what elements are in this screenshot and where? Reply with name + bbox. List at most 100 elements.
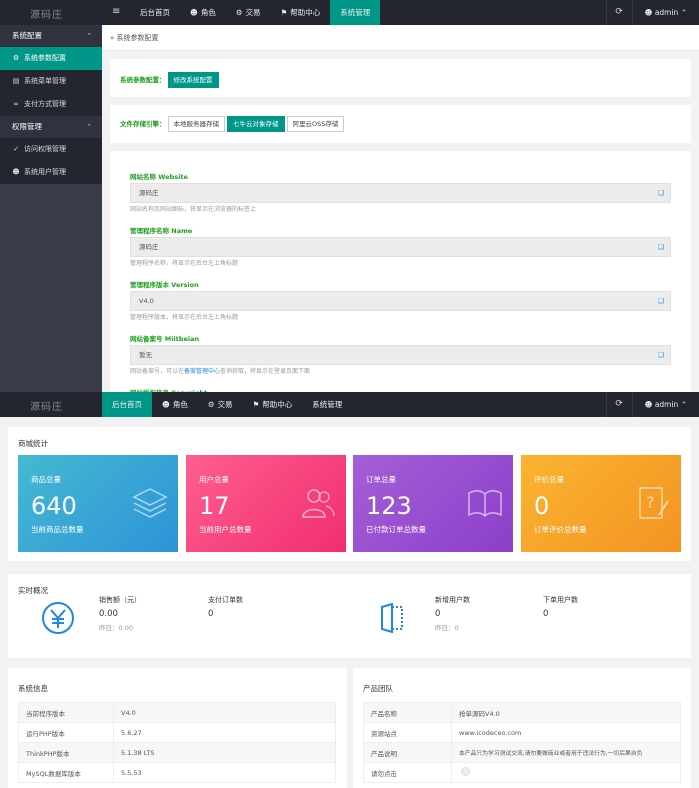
topbar-right-2: ⟳ ☻ admin ⌃ (605, 392, 699, 417)
param-config-card: 系统参数配置： 修改系统配置 (110, 59, 691, 97)
sidebar-group-permission[interactable]: 权限管理 ⌃ (0, 116, 102, 138)
chevron-up-icon: ⌃ (680, 400, 687, 409)
stat-card-orders[interactable]: 订单总量 123 已付款订单总数量 (353, 455, 513, 552)
realtime-panel: 实时概况 销售额（元） 0.00 昨日：0.00 支付订单数 0 新增用户数 0… (8, 574, 691, 658)
system-info-panel: 系统信息 当前程序版本 V4.0 运行PHP版本 5.6.27 ThinkPHP版本… (8, 668, 347, 788)
nav-role-2[interactable]: ☻ 角色 (152, 392, 198, 417)
link-icon: ∞ (13, 100, 19, 108)
table-row: 产品说明 本产品只为学习测试交流,请勿要做商业或者用于违法行为,一切后果自负 (363, 742, 681, 763)
user-icon: ☻ (190, 8, 198, 17)
gauge-icon: ⚙ (235, 8, 243, 17)
nav-system[interactable]: 系统管理 (330, 0, 381, 25)
site-fields-card: 网站名称 Website 源码庄 ❏ 网站名称及网站图标，将显示在浏览器的标签上 … (110, 151, 691, 392)
refresh-icon[interactable]: ⟳ (605, 392, 632, 417)
sidebar-item-users[interactable]: ☻ 系统用户管理 (0, 161, 102, 184)
nav-home-2[interactable]: 后台首页 (102, 392, 152, 417)
sidebar-item-system-params[interactable]: ⚙ 系统参数配置 (0, 47, 102, 70)
person-icon: ☻ (644, 8, 653, 17)
sidebar-item-access[interactable]: ✓ 访问权限管理 (0, 138, 102, 161)
flag-icon: ⚑ (280, 8, 288, 17)
table-row: MySQL数据库版本 5.5.53 (18, 762, 336, 783)
storage-engine-card: 文件存储引擎： 本地服务器存储 七牛云对象存储 阿里云OSS存储 (110, 105, 691, 143)
logo: 源码庄 (30, 402, 63, 413)
double-chevron-icon: » (110, 34, 115, 42)
storage-aliyun-button[interactable]: 阿里云OSS存储 (286, 116, 345, 132)
site-link[interactable]: www.icodeceo.com (451, 722, 681, 743)
miitbeian-input[interactable]: 暂无 ❏ (130, 345, 671, 365)
chevron-up-icon: ⌃ (86, 123, 92, 131)
copy-icon[interactable]: ❏ (658, 346, 664, 364)
breadcrumb: » 系统参数配置 (102, 25, 699, 51)
stat-card-users[interactable]: 用户总量 17 当前用户总数量 (186, 455, 346, 552)
copy-icon[interactable]: ❏ (658, 184, 664, 202)
version-input[interactable]: V4.0 ❏ (130, 291, 671, 311)
chevron-up-icon: ⌃ (86, 32, 92, 40)
copy-icon[interactable]: ❏ (658, 238, 664, 256)
hidden-button-icon[interactable] (461, 767, 470, 776)
yen-icon (42, 602, 74, 634)
top-navbar: 源码庄 ≡ 后台首页 ☻ 角色 ⚙ 交易 ⚑ 帮助中心 系统管理 ⟳ ☻ admin … (0, 0, 699, 25)
gear-icon: ⚙ (12, 54, 20, 62)
dashboard-screen: 源码庄 后台首页 ☻ 角色 ⚙ 交易 ⚑ 帮助中心 系统管理 ⟳ ☻ admin ⌃ … (0, 392, 699, 788)
flag-icon: ⚑ (252, 400, 260, 409)
window-icon: ▤ (12, 77, 20, 85)
refresh-icon[interactable]: ⟳ (605, 0, 632, 25)
nav-trade[interactable]: ⚙ 交易 (226, 0, 271, 25)
svg-text:?: ? (646, 493, 655, 512)
door-icon (381, 603, 403, 633)
table-row: ThinkPHP版本 5.1.38 LTS (18, 742, 336, 763)
sidebar-group-system-config[interactable]: 系统配置 ⌃ (0, 25, 102, 47)
table-row: 当前程序版本 V4.0 (18, 702, 336, 723)
nav-help-2[interactable]: ⚑ 帮助中心 (243, 392, 303, 417)
field-copyright: 网站版权信息 Copyright (110, 379, 691, 392)
storage-local-button[interactable]: 本地服务器存储 (167, 116, 225, 132)
edit-config-button[interactable]: 修改系统配置 (167, 72, 219, 88)
realtime-order-users: 下单用户数 0 (543, 596, 578, 619)
beian-center-link[interactable]: 备案管理中心 (184, 368, 220, 375)
top-navbar-2: 源码庄 后台首页 ☻ 角色 ⚙ 交易 ⚑ 帮助中心 系统管理 ⟳ ☻ admin ⌃ (0, 392, 699, 417)
question-doc-icon: ? (639, 487, 669, 519)
field-name: 管理程序名称 Name 源码庄 ❏ 管理程序名称，将显示在后台左上角标题 (110, 217, 691, 271)
product-team-table: 产品名称 抢单源码V4.0 资源站点 www.icodeceo.com 产品说明 本产… (363, 702, 681, 783)
sidebar-item-payment[interactable]: ∞ 支付方式管理 (0, 93, 102, 116)
name-input[interactable]: 源码庄 ❏ (130, 237, 671, 257)
nav-home[interactable]: 后台首页 (130, 0, 180, 25)
realtime-new-users: 新增用户数 0 昨日：0 (435, 596, 470, 632)
storage-qiniu-button[interactable]: 七牛云对象存储 (227, 116, 285, 132)
nav-help[interactable]: ⚑ 帮助中心 (271, 0, 331, 25)
sidebar-item-menu-manage[interactable]: ▤ 系统菜单管理 (0, 70, 102, 93)
copy-icon[interactable]: ❏ (658, 292, 664, 310)
nav-system-2[interactable]: 系统管理 (302, 392, 352, 417)
table-row: 资源站点 www.icodeceo.com (363, 722, 681, 743)
field-website: 网站名称 Website 源码庄 ❏ 网站名称及网站图标，将显示在浏览器的标签上 (110, 163, 691, 217)
field-miitbeian: 网站备案号 Miitbeian 暂无 ❏ 网站备案号，可以在备案管理中心查询获取，… (110, 325, 691, 379)
gauge-icon: ⚙ (207, 400, 215, 409)
nav-trade-2[interactable]: ⚙ 交易 (198, 392, 243, 417)
user-menu[interactable]: ☻ admin ⌃ (631, 0, 699, 25)
realtime-sales: 销售额（元） 0.00 昨日：0.00 (99, 596, 141, 632)
main-nav: 后台首页 ☻ 角色 ⚙ 交易 ⚑ 帮助中心 系统管理 (130, 0, 381, 25)
users-icon (302, 489, 335, 518)
layers-icon (132, 488, 168, 518)
table-row: 产品名称 抢单源码V4.0 (363, 702, 681, 723)
topbar-right: ⟳ ☻ admin ⌃ (605, 0, 699, 25)
stat-card-reviews[interactable]: 评价总量 0 订单评价总数量 ? (521, 455, 681, 552)
nav-role[interactable]: ☻ 角色 (180, 0, 226, 25)
sidebar: 系统配置 ⌃ ⚙ 系统参数配置 ▤ 系统菜单管理 ∞ 支付方式管理 权限管理 ⌃ ✓ 访问权… (0, 25, 102, 392)
user-menu-2[interactable]: ☻ admin ⌃ (631, 392, 699, 417)
stat-card-products[interactable]: 商品总量 640 当前商品总数量 (18, 455, 178, 552)
user-icon: ☻ (12, 168, 20, 176)
menu-toggle-icon[interactable]: ≡ (112, 6, 120, 17)
realtime-paid-orders: 支付订单数 0 (208, 596, 243, 619)
main-nav-2: 后台首页 ☻ 角色 ⚙ 交易 ⚑ 帮助中心 系统管理 (102, 392, 352, 417)
chevron-up-icon: ⌃ (680, 8, 687, 17)
field-version: 管理程序版本 Version V4.0 ❏ 管理程序版本，将显示在后台左上角标题 (110, 271, 691, 325)
website-input[interactable]: 源码庄 ❏ (130, 183, 671, 203)
config-content: » 系统参数配置 系统参数配置： 修改系统配置 文件存储引擎： 本地服务器存储 七牛云… (102, 25, 699, 392)
book-icon (468, 490, 502, 518)
table-row: 请勿点击 (363, 762, 681, 783)
check-circle-icon: ✓ (13, 145, 19, 153)
person-icon: ☻ (644, 400, 653, 409)
table-row: 运行PHP版本 5.6.27 (18, 722, 336, 743)
user-icon: ☻ (162, 400, 170, 409)
